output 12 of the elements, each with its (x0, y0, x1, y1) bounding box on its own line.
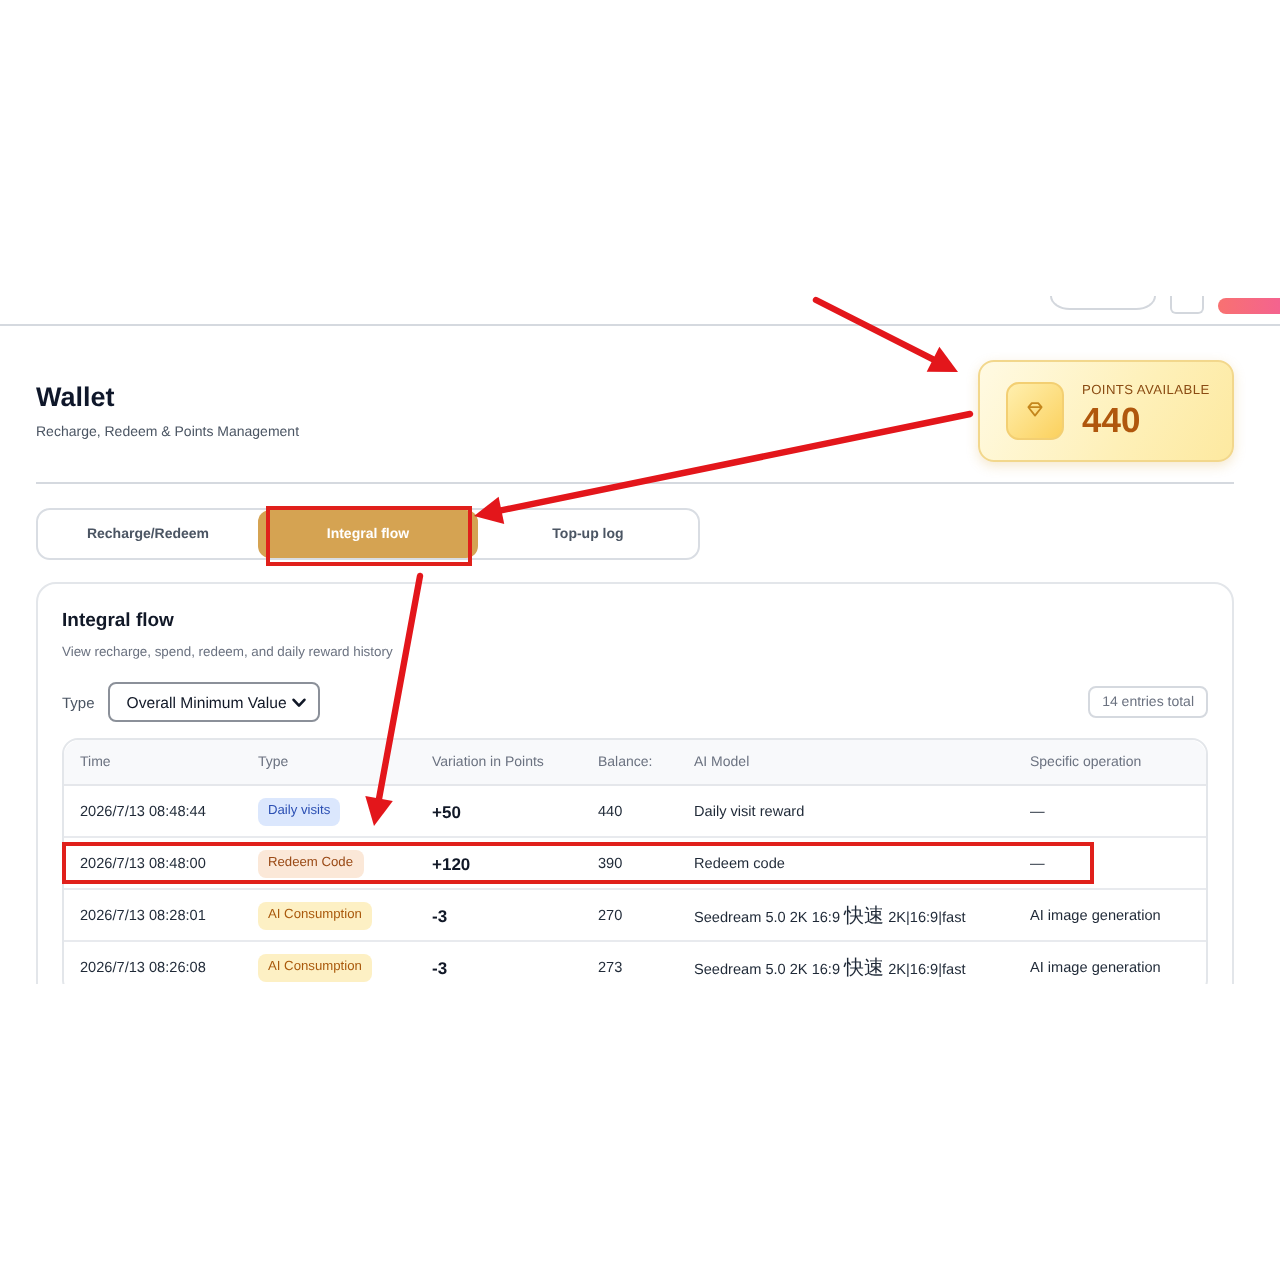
table-cell-text: +50 (430, 801, 463, 821)
table-cell-text: +120 (430, 853, 473, 873)
chevron-down-icon (292, 697, 307, 707)
square-button[interactable] (1170, 296, 1204, 314)
gem-icon (1006, 382, 1064, 440)
table-cell-text: -3 (430, 957, 450, 977)
page-title: Wallet (36, 379, 117, 413)
card-title: Integral flow (62, 608, 176, 634)
action-button[interactable] (1218, 298, 1280, 314)
table-cell-text: -3 (430, 905, 450, 925)
points-value: 440 (1082, 399, 1143, 441)
pill-button[interactable] (1050, 296, 1156, 310)
